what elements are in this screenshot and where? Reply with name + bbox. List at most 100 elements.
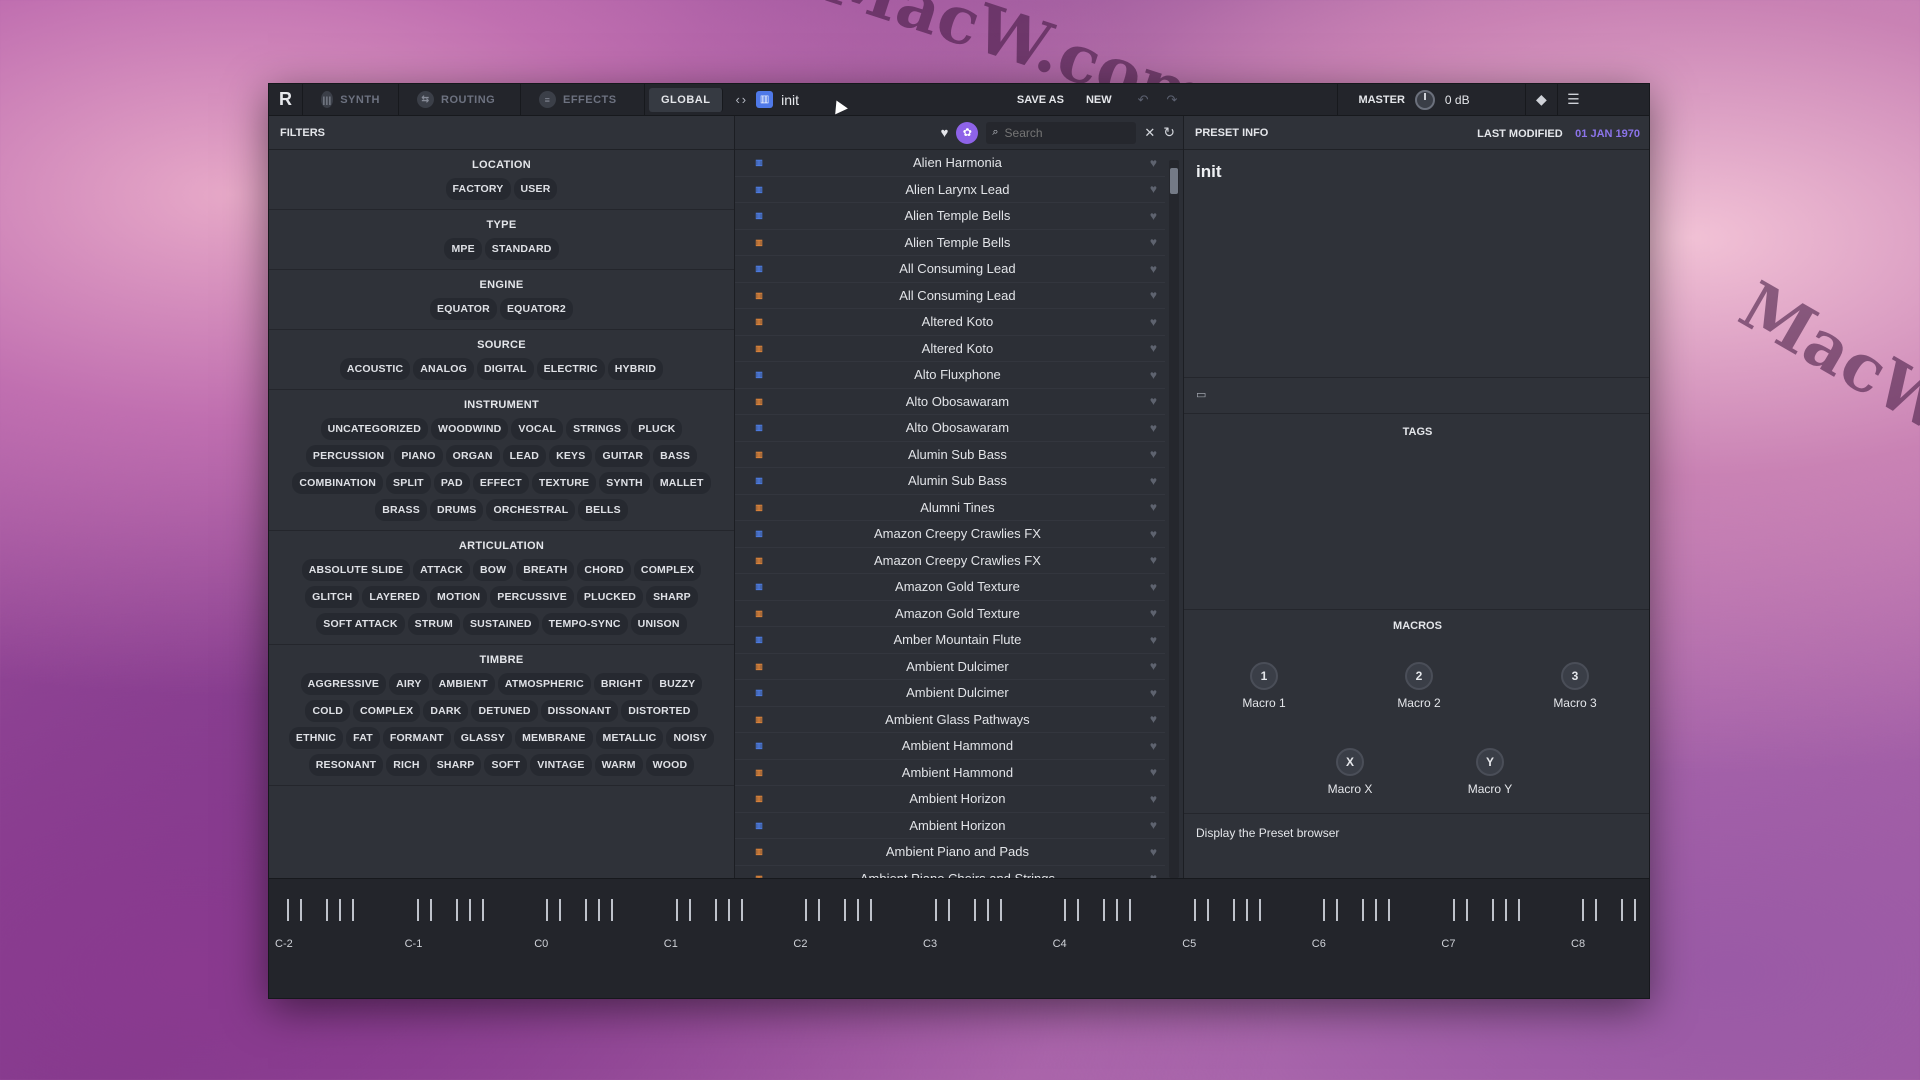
black-key[interactable]	[1129, 899, 1131, 921]
black-key[interactable]	[818, 899, 820, 921]
favorite-heart-icon[interactable]: ♥	[1150, 712, 1157, 726]
favorite-heart-icon[interactable]: ♥	[1150, 500, 1157, 514]
black-key[interactable]	[1375, 899, 1377, 921]
tab-effects[interactable]: ≡ EFFECTS	[521, 84, 645, 116]
filter-chip[interactable]: PLUCK	[631, 418, 683, 440]
favorite-heart-icon[interactable]: ♥	[1150, 447, 1157, 461]
filter-chip[interactable]: SOFT ATTACK	[316, 613, 405, 635]
black-key[interactable]	[585, 899, 587, 921]
black-key[interactable]	[934, 899, 937, 921]
keyboard-keys[interactable]	[269, 899, 1649, 923]
black-key[interactable]	[1465, 899, 1468, 921]
black-key[interactable]	[546, 899, 548, 921]
clear-search-icon[interactable]: ✕	[1144, 125, 1155, 141]
filter-chip[interactable]: SHARP	[646, 586, 698, 608]
filter-chip[interactable]: AGGRESSIVE	[300, 673, 387, 695]
black-key[interactable]	[326, 899, 328, 921]
black-key[interactable]	[688, 899, 691, 921]
favorite-heart-icon[interactable]: ♥	[1150, 235, 1157, 249]
black-key[interactable]	[675, 899, 678, 921]
black-key[interactable]	[1491, 899, 1494, 921]
filter-chip[interactable]: COMPLEX	[633, 559, 702, 581]
preset-row[interactable]: ▥ Alumin Sub Bass ♥	[735, 468, 1165, 495]
filter-chip[interactable]: DIGITAL	[476, 358, 534, 380]
filter-chip[interactable]: COLD	[305, 700, 350, 722]
preset-row[interactable]: ▥ All Consuming Lead ♥	[735, 256, 1165, 283]
menu-icon[interactable]: ☰	[1556, 84, 1589, 116]
filter-chip[interactable]: UNISON	[630, 613, 687, 635]
filter-chip[interactable]: COMBINATION	[292, 472, 384, 494]
filter-chip[interactable]: EQUATOR2	[499, 298, 573, 320]
filter-chip[interactable]: COMPLEX	[353, 700, 421, 722]
favorite-heart-icon[interactable]: ♥	[1150, 315, 1157, 329]
favorite-heart-icon[interactable]: ♥	[1150, 421, 1157, 435]
black-key[interactable]	[857, 899, 859, 921]
favorite-heart-icon[interactable]: ♥	[1150, 739, 1157, 753]
filter-chip[interactable]: DISTORTED	[621, 700, 698, 722]
preset-row[interactable]: ▥ Ambient Hammond ♥	[735, 759, 1165, 786]
preset-row[interactable]: ▥ Amazon Creepy Crawlies FX ♥	[735, 547, 1165, 574]
filter-chip[interactable]: EQUATOR	[430, 298, 497, 320]
favorite-heart-icon[interactable]: ♥	[1150, 156, 1157, 170]
filter-chip[interactable]: LEAD	[502, 445, 547, 467]
filter-chip[interactable]: FACTORY	[445, 178, 511, 200]
favorite-heart-icon[interactable]: ♥	[1150, 765, 1157, 779]
black-key[interactable]	[1595, 899, 1597, 921]
black-key[interactable]	[468, 899, 471, 921]
filter-chip[interactable]: BOW	[472, 559, 514, 581]
preset-row[interactable]: ▥ Ambient Dulcimer ♥	[735, 680, 1165, 707]
favorites-heart-icon[interactable]: ♥	[941, 125, 949, 140]
macro-knob[interactable]: Y	[1476, 748, 1504, 776]
black-key[interactable]	[1388, 899, 1390, 921]
black-key[interactable]	[870, 899, 872, 921]
filter-chip[interactable]: ETHNIC	[288, 727, 344, 749]
filter-chip[interactable]: STANDARD	[484, 238, 559, 260]
black-key[interactable]	[986, 899, 989, 921]
favorite-heart-icon[interactable]: ♥	[1150, 209, 1157, 223]
filter-chip[interactable]: EFFECT	[472, 472, 529, 494]
filter-chip[interactable]: NOISY	[666, 727, 715, 749]
filter-chip[interactable]: SOFT	[484, 754, 528, 776]
black-key[interactable]	[481, 899, 484, 921]
filter-chip[interactable]: MEMBRANE	[515, 727, 593, 749]
filter-chip[interactable]: BELLS	[578, 499, 628, 521]
black-key[interactable]	[416, 899, 419, 921]
master-knob[interactable]	[1414, 89, 1435, 110]
filter-chip[interactable]: ATTACK	[413, 559, 470, 581]
black-key[interactable]	[1103, 899, 1105, 921]
black-key[interactable]	[1336, 899, 1338, 921]
filter-chip[interactable]: GUITAR	[595, 445, 651, 467]
black-key[interactable]	[1077, 899, 1079, 921]
filter-chip[interactable]: ABSOLUTE SLIDE	[301, 559, 411, 581]
black-key[interactable]	[611, 899, 613, 921]
filter-chip[interactable]: CHORD	[577, 559, 631, 581]
black-key[interactable]	[1621, 899, 1623, 921]
preset-row[interactable]: ▥ Alien Temple Bells ♥	[735, 229, 1165, 256]
filter-chip[interactable]: RICH	[386, 754, 427, 776]
black-key[interactable]	[429, 899, 432, 921]
black-key[interactable]	[740, 899, 743, 921]
favorite-heart-icon[interactable]: ♥	[1150, 553, 1157, 567]
black-key[interactable]	[805, 899, 807, 921]
black-key[interactable]	[999, 899, 1002, 921]
filter-chip[interactable]: FAT	[346, 727, 380, 749]
black-key[interactable]	[1206, 899, 1209, 921]
black-key[interactable]	[559, 899, 561, 921]
favorite-heart-icon[interactable]: ♥	[1150, 288, 1157, 302]
filter-chip[interactable]: SPLIT	[386, 472, 431, 494]
black-key[interactable]	[844, 899, 846, 921]
favorite-heart-icon[interactable]: ♥	[1150, 818, 1157, 832]
filter-chip[interactable]: KEYS	[549, 445, 593, 467]
comment-field[interactable]: ▭	[1184, 378, 1649, 414]
black-key[interactable]	[1504, 899, 1507, 921]
black-key[interactable]	[727, 899, 730, 921]
favorite-heart-icon[interactable]: ♥	[1150, 845, 1157, 859]
preset-row[interactable]: ▥ Ambient Glass Pathways ♥	[735, 706, 1165, 733]
filter-chip[interactable]: HYBRID	[607, 358, 664, 380]
black-key[interactable]	[1362, 899, 1364, 921]
macro-knob[interactable]: X	[1336, 748, 1364, 776]
black-key[interactable]	[339, 899, 341, 921]
filter-chip[interactable]: DISSONANT	[540, 700, 619, 722]
favorite-heart-icon[interactable]: ♥	[1150, 871, 1157, 878]
preset-row[interactable]: ▥ Alumin Sub Bass ♥	[735, 441, 1165, 468]
